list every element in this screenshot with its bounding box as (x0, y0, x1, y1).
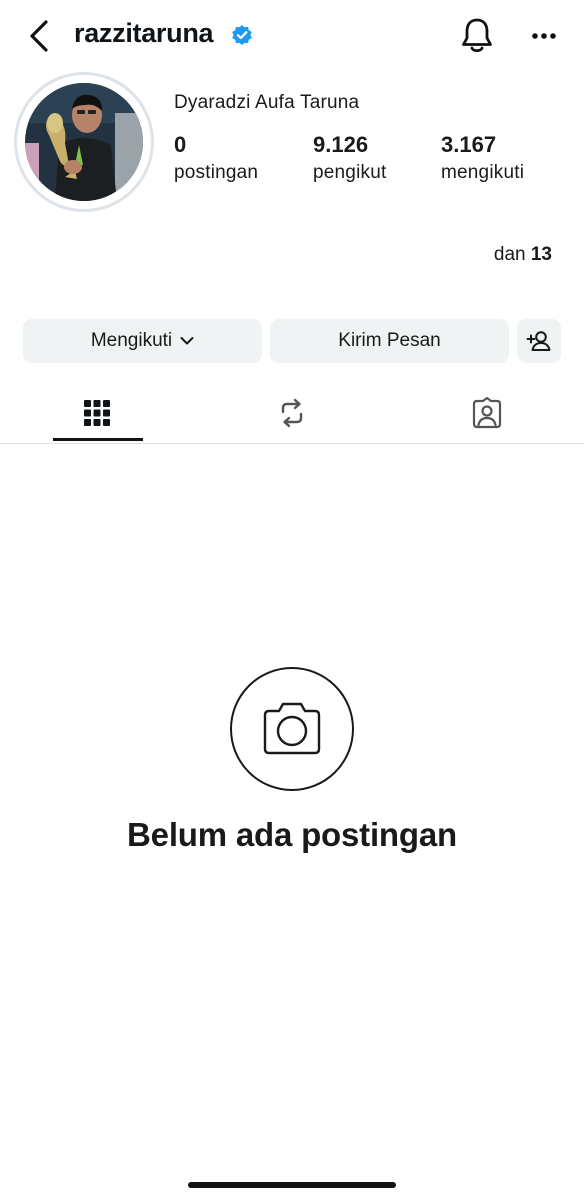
more-dots-icon (532, 33, 556, 39)
profile-avatar-ring[interactable] (14, 72, 154, 212)
followers-label: pengikut (313, 162, 387, 183)
posts-label: postingan (174, 162, 259, 183)
tab-posts-grid[interactable] (37, 382, 157, 444)
notifications-button[interactable] (458, 14, 496, 56)
mutual-prefix: dan (493, 244, 526, 265)
verified-badge-icon (231, 24, 253, 46)
chevron-down-icon (180, 337, 194, 345)
bell-icon (462, 18, 492, 53)
grid-icon (84, 400, 110, 426)
repost-icon (281, 398, 303, 428)
avatar (25, 83, 143, 201)
chevron-left-icon (30, 20, 48, 52)
tagged-person-icon (472, 397, 502, 429)
following-label: mengikuti (441, 162, 525, 183)
mutual-followers[interactable]: dan 13 (494, 244, 552, 266)
send-message-label: Kirim Pesan (338, 330, 441, 351)
more-options-button[interactable] (526, 24, 562, 48)
followers-count: 9.126 (313, 132, 369, 157)
posts-count: 0 (174, 132, 187, 157)
followers-stat[interactable]: 9.126 pengikut (313, 132, 386, 184)
tab-tagged[interactable] (427, 382, 547, 444)
add-user-icon (526, 331, 551, 351)
add-user-button[interactable] (517, 319, 561, 363)
empty-state-title: Belum ada postingan (127, 816, 457, 853)
home-indicator[interactable] (188, 1182, 396, 1188)
posts-stat: 0 postingan (174, 132, 258, 184)
profile-tabs (0, 382, 584, 444)
following-button-label: Mengikuti (90, 330, 173, 351)
profile-display-name: Dyaradzi Aufa Taruna (174, 92, 360, 113)
following-count: 3.167 (441, 132, 497, 157)
empty-state-icon-circle (230, 667, 354, 791)
following-stat[interactable]: 3.167 mengikuti (441, 132, 524, 184)
profile-username: razzitaruna (74, 18, 214, 48)
camera-icon (263, 702, 321, 755)
top-bar: razzitaruna (0, 0, 584, 72)
following-button[interactable]: Mengikuti (23, 319, 262, 363)
mutual-count: 13 (530, 244, 552, 265)
back-button[interactable] (22, 16, 58, 56)
active-tab-indicator (53, 438, 143, 441)
tab-reposts[interactable] (232, 382, 352, 444)
send-message-button[interactable]: Kirim Pesan (270, 319, 509, 363)
